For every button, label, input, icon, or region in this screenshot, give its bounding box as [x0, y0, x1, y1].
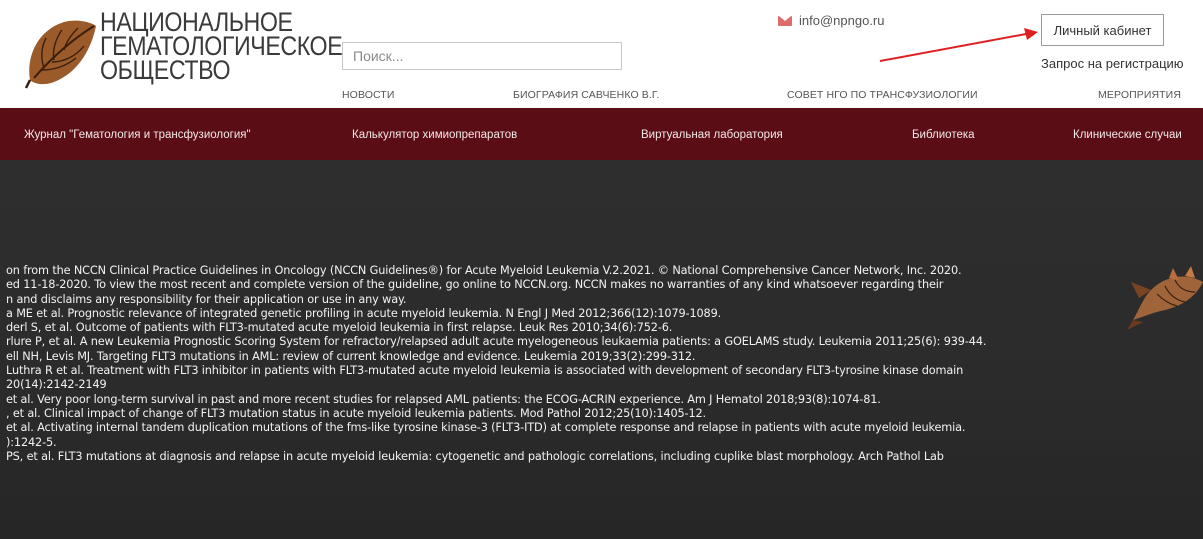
search-input[interactable]	[342, 42, 622, 70]
references-list: on from the NCCN Clinical Practice Guide…	[6, 264, 1203, 464]
leaf-logo-icon	[24, 20, 96, 89]
reference-line: PS, et al. FLT3 mutations at diagnosis a…	[6, 449, 944, 463]
reference-line: ):1242-5.	[6, 435, 57, 449]
content-banner: on from the NCCN Clinical Practice Guide…	[0, 160, 1203, 539]
reference-line: Luthra R et al. Treatment with FLT3 inhi…	[6, 364, 964, 378]
logo-title: НАЦИОНАЛЬНОЕ ГЕМАТОЛОГИЧЕСКОЕ ОБЩЕСТВО	[100, 9, 343, 85]
site-header: НАЦИОНАЛЬНОЕ ГЕМАТОЛОГИЧЕСКОЕ ОБЩЕСТВО i…	[0, 0, 1203, 108]
subnav-news[interactable]: НОВОСТИ	[342, 89, 394, 101]
reference-line: n and disclaims any responsibility for t…	[6, 292, 407, 306]
reference-line: derl S, et al. Outcome of patients with …	[6, 321, 673, 335]
reference-line: , et al. Clinical impact of change of FL…	[6, 406, 706, 420]
mail-icon	[778, 15, 792, 26]
reference-line: on from the NCCN Clinical Practice Guide…	[6, 264, 962, 277]
nav-virtual-lab[interactable]: Виртуальная лаборатория	[641, 129, 783, 141]
nav-clinical-cases[interactable]: Клинические случаи	[1073, 129, 1182, 141]
subnav-biography[interactable]: БИОГРАФИЯ САВЧЕНКО В.Г.	[513, 89, 659, 101]
subnav-transfusiology-council[interactable]: СОВЕТ НГО ПО ТРАНСФУЗИОЛОГИИ	[787, 89, 978, 101]
registration-request-link[interactable]: Запрос на регистрацию	[1041, 56, 1184, 71]
subnav-events[interactable]: МЕРОПРИЯТИЯ	[1098, 89, 1181, 101]
red-arrow-annotation-icon	[879, 28, 1038, 62]
personal-cabinet-button[interactable]: Личный кабинет	[1041, 14, 1164, 46]
site-logo[interactable]: НАЦИОНАЛЬНОЕ ГЕМАТОЛОГИЧЕСКОЕ ОБЩЕСТВО	[20, 9, 343, 94]
main-nav-bar: Журнал "Гематология и трансфузиология" К…	[0, 108, 1203, 160]
fish-decoration-icon	[1127, 266, 1203, 330]
nav-journal[interactable]: Журнал "Гематология и трансфузиология"	[24, 129, 251, 141]
reference-line: et al. Activating internal tandem duplic…	[6, 421, 966, 435]
reference-line: ell NH, Levis MJ. Targeting FLT3 mutatio…	[6, 349, 696, 363]
reference-line: rlure P, et al. A new Leukemia Prognosti…	[6, 335, 987, 349]
logo-line-3: ОБЩЕСТВО	[100, 55, 231, 85]
secondary-nav: НОВОСТИ БИОГРАФИЯ САВЧЕНКО В.Г. СОВЕТ НГ…	[0, 89, 1203, 103]
email-contact[interactable]: info@npngo.ru	[778, 13, 884, 28]
reference-line: a ME et al. Prognostic relevance of inte…	[6, 306, 722, 320]
reference-line: ed 11-18-2020. To view the most recent a…	[6, 278, 944, 292]
reference-line: et al. Very poor long-term survival in p…	[6, 392, 881, 406]
email-address: info@npngo.ru	[799, 13, 885, 28]
nav-chemo-calculator[interactable]: Калькулятор химиопрепаратов	[352, 129, 517, 141]
reference-line: 20(14):2142-2149	[6, 378, 107, 392]
nav-library[interactable]: Библиотека	[912, 129, 975, 141]
